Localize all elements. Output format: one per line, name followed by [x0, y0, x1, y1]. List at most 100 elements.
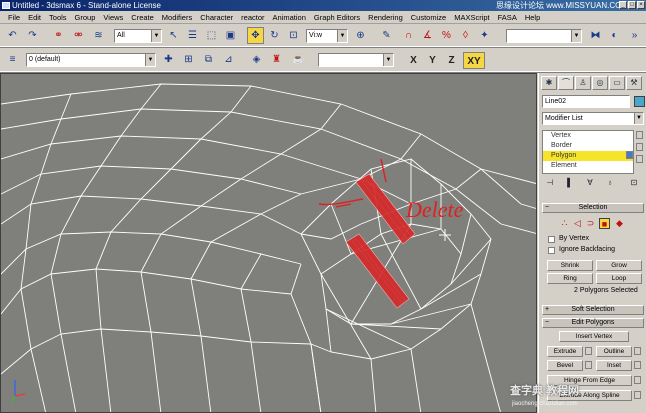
stack-scroll-up[interactable]: [636, 131, 643, 139]
select-by-name-icon[interactable]: ☰: [184, 27, 201, 44]
menu-modifiers[interactable]: Modifiers: [158, 13, 196, 22]
select-and-manipulate-icon[interactable]: ✎: [378, 27, 395, 44]
extrude-button[interactable]: Extrude: [547, 346, 583, 357]
select-and-move-icon[interactable]: ✥: [247, 27, 264, 44]
set-current-layer-icon[interactable]: ⊿: [220, 51, 237, 68]
modify-tab-icon[interactable]: ⌒: [558, 76, 574, 90]
vertex-mode-icon[interactable]: ∴: [559, 218, 570, 229]
create-new-layer-icon[interactable]: ✚: [160, 51, 177, 68]
menu-group[interactable]: Group: [71, 13, 100, 22]
motion-tab-icon[interactable]: ◎: [592, 76, 608, 90]
menu-customize[interactable]: Customize: [407, 13, 450, 22]
menu-views[interactable]: Views: [99, 13, 127, 22]
modifier-list-dropdown[interactable]: Modifier List ▼: [542, 112, 644, 125]
selection-filter-dropdown[interactable]: All ▼: [114, 29, 162, 43]
rectangular-selection-icon[interactable]: ⬚: [203, 27, 220, 44]
window-crossing-icon[interactable]: ▣: [222, 27, 239, 44]
align-icon[interactable]: ◐: [606, 27, 623, 44]
material-editor-icon[interactable]: ◈: [248, 51, 265, 68]
shrink-button[interactable]: Shrink: [547, 260, 593, 271]
menu-character[interactable]: Character: [196, 13, 237, 22]
mirror-icon[interactable]: ⧓: [587, 27, 604, 44]
soft-selection-rollout[interactable]: + Soft Selection: [542, 305, 644, 315]
outline-settings-button[interactable]: [634, 347, 641, 355]
menu-edit[interactable]: Edit: [24, 13, 45, 22]
menu-animation[interactable]: Animation: [269, 13, 310, 22]
perspective-viewport[interactable]: Delete: [0, 73, 537, 413]
hinge-settings-button[interactable]: [634, 376, 641, 384]
spinner-snap-icon[interactable]: ◊: [457, 27, 474, 44]
stack-scroll-mid[interactable]: [636, 155, 643, 163]
ignore-backfacing-checkbox[interactable]: [548, 247, 555, 254]
undo-icon[interactable]: ↶: [4, 27, 21, 44]
modifier-stack[interactable]: Vertex Border Polygon Element: [542, 130, 634, 174]
render-type-dropdown[interactable]: ▼: [318, 53, 394, 67]
edit-polygons-rollout[interactable]: − Edit Polygons: [542, 318, 644, 328]
bevel-settings-button[interactable]: [585, 361, 592, 369]
extrude-settings-button[interactable]: [585, 347, 592, 355]
axis-y-button[interactable]: Y: [424, 52, 441, 69]
edit-named-selections-icon[interactable]: ✦: [476, 27, 493, 44]
selection-rollout[interactable]: − Selection: [542, 203, 644, 213]
pin-stack-icon[interactable]: ⊣: [543, 177, 557, 189]
inset-button[interactable]: Inset: [596, 360, 632, 371]
snap-toggle-icon[interactable]: ∩: [400, 27, 417, 44]
insert-vertex-button[interactable]: Insert Vertex: [559, 331, 629, 342]
stack-item-polygon[interactable]: Polygon: [543, 151, 633, 161]
close-button[interactable]: ×: [637, 1, 645, 9]
menu-create[interactable]: Create: [127, 13, 158, 22]
curve-editor-icon[interactable]: »: [626, 27, 643, 44]
percent-snap-icon[interactable]: %: [438, 27, 455, 44]
grow-button[interactable]: Grow: [596, 260, 642, 271]
outline-button[interactable]: Outline: [596, 346, 632, 357]
layer-manager-icon[interactable]: ≡: [4, 51, 21, 68]
pivot-center-icon[interactable]: ⊕: [352, 27, 369, 44]
border-mode-icon[interactable]: ⊃: [585, 218, 596, 229]
minimize-button[interactable]: _: [619, 1, 627, 9]
configure-sets-icon[interactable]: ⊡: [627, 177, 641, 189]
extrude-along-spline-settings-button[interactable]: [634, 391, 641, 399]
bevel-button[interactable]: Bevel: [547, 360, 583, 371]
object-name-field[interactable]: Line02: [542, 95, 630, 108]
show-end-result-icon[interactable]: ▌: [563, 177, 577, 189]
layer-dropdown[interactable]: 0 (default) ▼: [26, 53, 156, 67]
menu-maxscript[interactable]: MAXScript: [450, 13, 493, 22]
menu-graph-editors[interactable]: Graph Editors: [310, 13, 364, 22]
stack-polygon-toggle[interactable]: [626, 151, 633, 159]
select-in-layer-icon[interactable]: ⧉: [200, 51, 217, 68]
inset-settings-button[interactable]: [634, 361, 641, 369]
reference-coordinate-dropdown[interactable]: Vi:w ▼: [306, 29, 348, 43]
bind-to-space-warp-icon[interactable]: ≋: [90, 27, 107, 44]
select-object-icon[interactable]: ↖: [165, 27, 182, 44]
stack-item-border[interactable]: Border: [543, 141, 633, 151]
menu-tools[interactable]: Tools: [45, 13, 71, 22]
select-and-link-icon[interactable]: ⚭: [50, 27, 67, 44]
stack-item-element[interactable]: Element: [543, 161, 633, 171]
menu-file[interactable]: File: [4, 13, 24, 22]
select-and-scale-icon[interactable]: ⊡: [285, 27, 302, 44]
menu-rendering[interactable]: Rendering: [364, 13, 407, 22]
stack-scroll-down[interactable]: [636, 143, 643, 151]
quick-render-icon[interactable]: ☕: [290, 51, 307, 68]
ring-button[interactable]: Ring: [547, 273, 593, 284]
utilities-tab-icon[interactable]: ⚒: [626, 76, 642, 90]
display-tab-icon[interactable]: ▭: [609, 76, 625, 90]
menu-help[interactable]: Help: [521, 13, 544, 22]
make-unique-icon[interactable]: ∀: [583, 177, 597, 189]
add-to-layer-icon[interactable]: ⊞: [180, 51, 197, 68]
unlink-selection-icon[interactable]: ⚮: [70, 27, 87, 44]
select-and-rotate-icon[interactable]: ↻: [266, 27, 283, 44]
create-tab-icon[interactable]: ✱: [541, 76, 557, 90]
maximize-button[interactable]: □: [628, 1, 636, 9]
edge-mode-icon[interactable]: ◁: [572, 218, 583, 229]
loop-button[interactable]: Loop: [596, 273, 642, 284]
axis-z-button[interactable]: Z: [443, 52, 460, 69]
render-scene-icon[interactable]: ♜: [268, 51, 285, 68]
menu-fasa[interactable]: FASA: [494, 13, 521, 22]
hierarchy-tab-icon[interactable]: ♙: [575, 76, 591, 90]
named-selection-sets-dropdown[interactable]: ▼: [506, 29, 582, 43]
element-mode-icon[interactable]: ◆: [614, 218, 625, 229]
polygon-mode-icon[interactable]: ■: [599, 218, 610, 229]
angle-snap-icon[interactable]: ∡: [419, 27, 436, 44]
menu-reactor[interactable]: reactor: [237, 13, 268, 22]
